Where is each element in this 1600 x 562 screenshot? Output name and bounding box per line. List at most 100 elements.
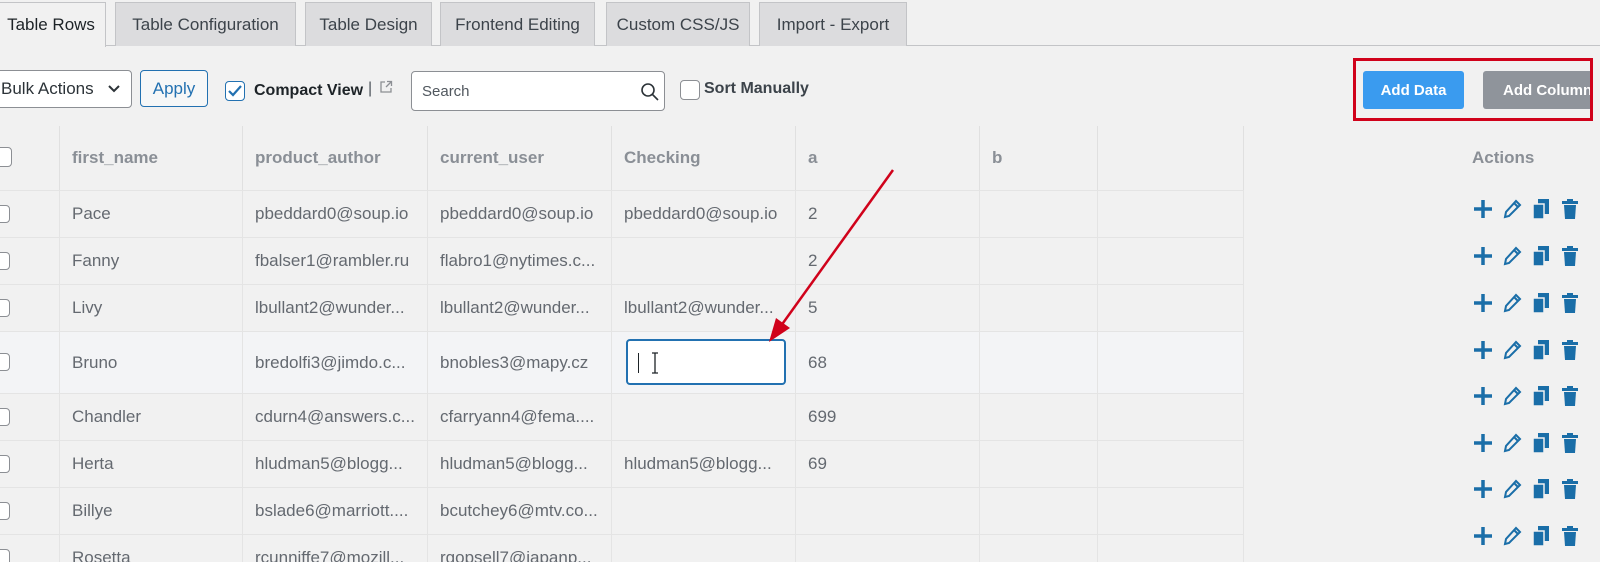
pencil-icon[interactable] [1502, 292, 1522, 314]
table-cell[interactable]: Fanny [60, 238, 243, 284]
trash-icon[interactable] [1560, 245, 1580, 267]
row-checkbox[interactable] [0, 454, 10, 473]
column-header[interactable]: b [980, 126, 1098, 190]
trash-icon[interactable] [1560, 478, 1580, 500]
plus-icon[interactable] [1473, 478, 1493, 500]
tab-frontend-editing[interactable]: Frontend Editing [440, 2, 595, 46]
copy-icon[interactable] [1531, 432, 1551, 454]
table-cell[interactable]: lbullant2@wunder... [428, 285, 612, 331]
table-cell[interactable]: 5 [796, 285, 980, 331]
table-cell[interactable] [1098, 394, 1244, 440]
table-cell[interactable]: Bruno [60, 332, 243, 393]
table-cell[interactable]: Chandler [60, 394, 243, 440]
copy-icon[interactable] [1531, 245, 1551, 267]
table-cell[interactable]: 699 [796, 394, 980, 440]
trash-icon[interactable] [1560, 525, 1580, 547]
search-icon[interactable] [640, 82, 660, 102]
table-cell[interactable]: fbalser1@rambler.ru [243, 238, 428, 284]
table-cell[interactable]: pbeddard0@soup.io [428, 191, 612, 237]
copy-icon[interactable] [1531, 385, 1551, 407]
copy-icon[interactable] [1531, 478, 1551, 500]
column-header[interactable]: first_name [60, 126, 243, 190]
table-cell[interactable]: 2 [796, 238, 980, 284]
tab-custom-css-js[interactable]: Custom CSS/JS [606, 2, 750, 46]
external-link-icon[interactable] [379, 80, 393, 94]
table-cell[interactable] [1098, 191, 1244, 237]
table-cell[interactable] [1098, 238, 1244, 284]
search-input[interactable] [411, 71, 665, 111]
table-cell[interactable] [1098, 441, 1244, 487]
column-header[interactable]: Checking [612, 126, 796, 190]
row-checkbox[interactable] [0, 353, 10, 371]
table-cell[interactable] [980, 394, 1098, 440]
cell-edit-input[interactable] [626, 339, 786, 385]
table-cell[interactable] [796, 535, 980, 562]
column-header[interactable]: a [796, 126, 980, 190]
row-checkbox[interactable] [0, 501, 10, 520]
compact-view-checkbox[interactable] [225, 81, 245, 101]
select-all-checkbox[interactable] [0, 147, 12, 167]
sort-manually-checkbox[interactable] [680, 80, 700, 100]
column-header[interactable] [1098, 126, 1244, 190]
table-cell[interactable] [980, 191, 1098, 237]
row-checkbox[interactable] [0, 298, 10, 317]
table-cell[interactable]: Livy [60, 285, 243, 331]
plus-icon[interactable] [1473, 198, 1493, 220]
trash-icon[interactable] [1560, 198, 1580, 220]
plus-icon[interactable] [1473, 245, 1493, 267]
table-cell[interactable] [796, 488, 980, 534]
table-cell[interactable]: bredolfi3@jimdo.c... [243, 332, 428, 393]
table-cell[interactable]: hludman5@blogg... [428, 441, 612, 487]
table-cell[interactable]: 68 [796, 332, 980, 393]
table-cell[interactable] [612, 488, 796, 534]
table-cell[interactable] [980, 535, 1098, 562]
table-cell[interactable]: hludman5@blogg... [243, 441, 428, 487]
tab-import-export[interactable]: Import - Export [759, 2, 907, 46]
column-header[interactable]: current_user [428, 126, 612, 190]
table-cell[interactable]: pbeddard0@soup.io [612, 191, 796, 237]
pencil-icon[interactable] [1502, 432, 1522, 454]
table-cell[interactable]: bslade6@marriott.... [243, 488, 428, 534]
table-cell[interactable] [980, 238, 1098, 284]
column-header[interactable]: product_author [243, 126, 428, 190]
table-cell[interactable]: lbullant2@wunder... [243, 285, 428, 331]
table-cell[interactable]: rcunniffe7@mozill... [243, 535, 428, 562]
table-cell[interactable]: hludman5@blogg... [612, 441, 796, 487]
table-cell[interactable]: Herta [60, 441, 243, 487]
trash-icon[interactable] [1560, 339, 1580, 361]
apply-button[interactable]: Apply [140, 70, 208, 107]
table-cell[interactable] [612, 535, 796, 562]
pencil-icon[interactable] [1502, 245, 1522, 267]
table-cell[interactable] [980, 285, 1098, 331]
table-cell[interactable]: bnobles3@mapy.cz [428, 332, 612, 393]
copy-icon[interactable] [1531, 339, 1551, 361]
tab-table-configuration[interactable]: Table Configuration [115, 2, 296, 46]
row-checkbox[interactable] [0, 407, 10, 426]
pencil-icon[interactable] [1502, 478, 1522, 500]
table-cell[interactable]: lbullant2@wunder... [612, 285, 796, 331]
plus-icon[interactable] [1473, 385, 1493, 407]
copy-icon[interactable] [1531, 292, 1551, 314]
plus-icon[interactable] [1473, 432, 1493, 454]
pencil-icon[interactable] [1502, 198, 1522, 220]
tab-table-rows[interactable]: Table Rows [0, 2, 106, 47]
row-checkbox[interactable] [0, 204, 10, 223]
row-checkbox[interactable] [0, 548, 10, 562]
table-cell[interactable]: cfarryann4@fema.... [428, 394, 612, 440]
table-cell[interactable] [1098, 535, 1244, 562]
trash-icon[interactable] [1560, 292, 1580, 314]
table-cell[interactable]: bcutchey6@mtv.co... [428, 488, 612, 534]
table-cell[interactable] [1098, 488, 1244, 534]
row-checkbox[interactable] [0, 251, 10, 270]
table-cell[interactable]: pbeddard0@soup.io [243, 191, 428, 237]
trash-icon[interactable] [1560, 385, 1580, 407]
table-cell[interactable] [612, 394, 796, 440]
table-cell[interactable] [612, 238, 796, 284]
table-cell[interactable] [1098, 332, 1244, 393]
table-cell[interactable]: rgopsell7@japanp... [428, 535, 612, 562]
tab-table-design[interactable]: Table Design [305, 2, 432, 46]
table-cell[interactable] [1098, 285, 1244, 331]
table-cell[interactable]: Pace [60, 191, 243, 237]
pencil-icon[interactable] [1502, 385, 1522, 407]
table-cell[interactable]: flabro1@nytimes.c... [428, 238, 612, 284]
